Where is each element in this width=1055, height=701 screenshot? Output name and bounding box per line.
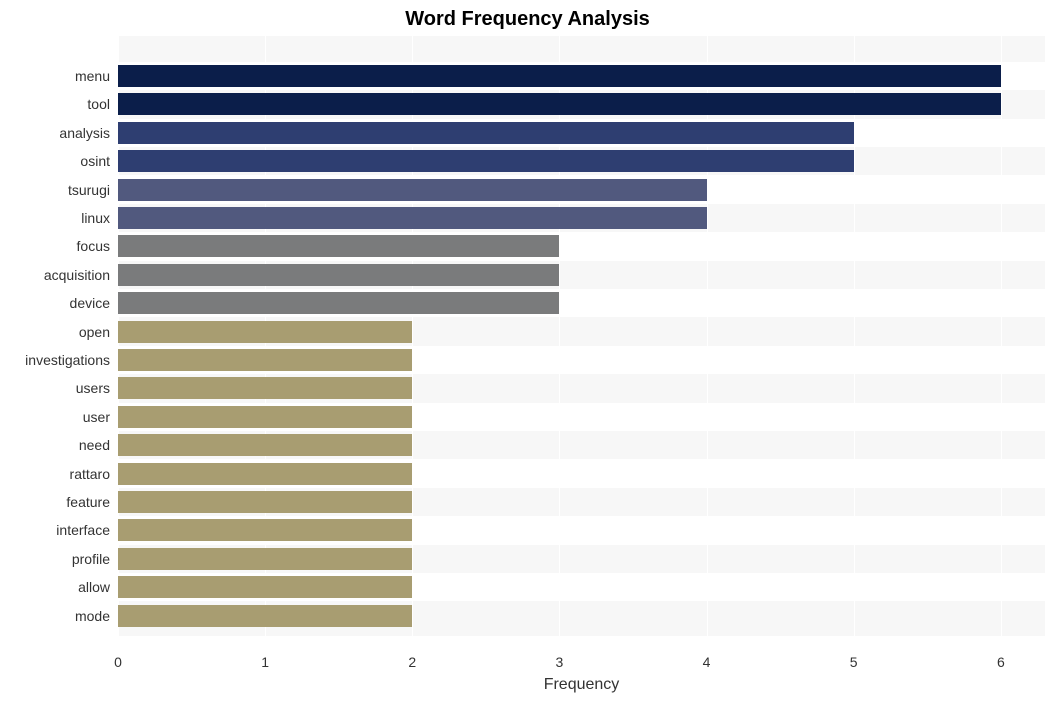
y-tick-label: open	[79, 324, 110, 340]
bar-osint	[118, 150, 854, 172]
y-tick-label: user	[83, 409, 110, 425]
bar-need	[118, 434, 412, 456]
bar-focus	[118, 235, 559, 257]
y-tick-label: tsurugi	[68, 182, 110, 198]
x-tick-label: 5	[850, 654, 858, 670]
y-tick-label: analysis	[59, 125, 110, 141]
bar-tool	[118, 93, 1001, 115]
y-tick-label: allow	[78, 579, 110, 595]
x-tick-label: 3	[556, 654, 564, 670]
y-tick-label: profile	[72, 551, 110, 567]
y-tick-label: investigations	[25, 352, 110, 368]
y-tick-label: device	[70, 295, 110, 311]
y-tick-label: mode	[75, 608, 110, 624]
x-tick-label: 6	[997, 654, 1005, 670]
x-tick-label: 1	[261, 654, 269, 670]
bar-tsurugi	[118, 179, 707, 201]
bar-feature	[118, 491, 412, 513]
bar-linux	[118, 207, 707, 229]
y-tick-label: need	[79, 437, 110, 453]
bar-interface	[118, 519, 412, 541]
bar-allow	[118, 576, 412, 598]
x-axis-ticks: 0123456	[118, 636, 1045, 676]
y-tick-label: acquisition	[44, 267, 110, 283]
bar-users	[118, 377, 412, 399]
y-tick-label: linux	[81, 210, 110, 226]
bar-rattaro	[118, 463, 412, 485]
chart-title: Word Frequency Analysis	[0, 8, 1055, 31]
y-tick-label: osint	[80, 153, 110, 169]
y-tick-label: feature	[66, 494, 110, 510]
y-tick-label: focus	[77, 238, 110, 254]
bar-investigations	[118, 349, 412, 371]
bar-mode	[118, 605, 412, 627]
plot-area	[118, 36, 1045, 636]
y-axis-labels: menu tool analysis osint tsurugi linux focus ac…	[0, 36, 110, 636]
bar-open	[118, 321, 412, 343]
x-axis-label: Frequency	[118, 676, 1045, 694]
y-tick-label: tool	[87, 96, 110, 112]
x-tick-label: 4	[703, 654, 711, 670]
bar-device	[118, 292, 559, 314]
chart-container: Word Frequency Analysis menu tool analysis…	[0, 0, 1055, 701]
x-tick-label: 2	[408, 654, 416, 670]
y-tick-label: menu	[75, 68, 110, 84]
bar-profile	[118, 548, 412, 570]
y-tick-label: users	[76, 380, 110, 396]
bar-analysis	[118, 122, 854, 144]
y-tick-label: rattaro	[70, 466, 110, 482]
bars-layer	[118, 36, 1045, 636]
bar-acquisition	[118, 264, 559, 286]
bar-menu	[118, 65, 1001, 87]
x-tick-label: 0	[114, 654, 122, 670]
y-tick-label: interface	[56, 522, 110, 538]
bar-user	[118, 406, 412, 428]
